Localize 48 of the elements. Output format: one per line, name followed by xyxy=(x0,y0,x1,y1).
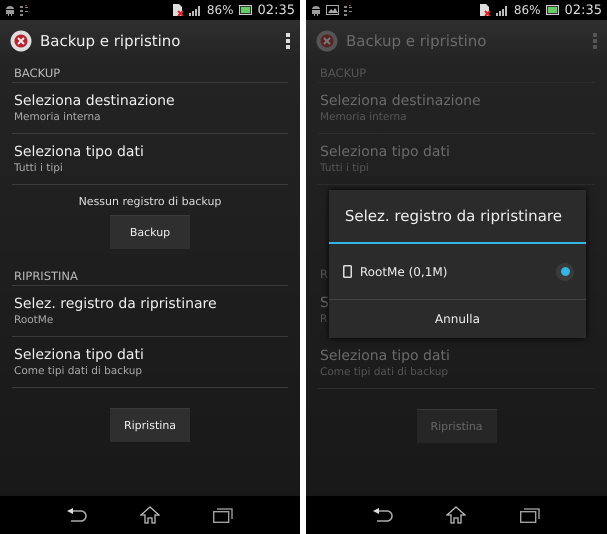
radio-button[interactable] xyxy=(556,262,574,280)
battery-icon xyxy=(238,5,253,15)
backup-option[interactable]: RootMe (0,1M) xyxy=(328,244,586,300)
action-button[interactable]: Ripristina xyxy=(110,408,190,442)
clock: 02:35 xyxy=(564,2,602,18)
home-icon[interactable] xyxy=(140,506,160,524)
setting-summary: RootMe xyxy=(14,314,54,326)
setting-summary: Come tipi dati di backup xyxy=(320,366,450,378)
battery-level: 86% xyxy=(206,3,234,17)
app-title: Backup e ripristino xyxy=(40,32,180,50)
setting-summary: Tutti i tipi xyxy=(14,162,64,174)
phone-icon xyxy=(342,265,352,278)
recent-apps-icon[interactable] xyxy=(213,507,234,523)
action-button[interactable]: Backup xyxy=(110,215,190,249)
section-header: R xyxy=(320,267,329,281)
clock: 02:35 xyxy=(258,2,295,18)
back-icon[interactable] xyxy=(66,508,87,522)
android-icon xyxy=(311,4,321,16)
setting-title: S xyxy=(320,295,329,311)
setting-summary: Come tipi dati di backup xyxy=(14,365,144,377)
app-icon xyxy=(316,30,338,52)
cancel-button[interactable]: Annulla xyxy=(328,300,586,338)
back-icon[interactable] xyxy=(372,508,393,522)
overflow-menu-icon[interactable] xyxy=(286,33,290,49)
storage-icon xyxy=(20,4,28,16)
setting-title[interactable]: Seleziona destinazione xyxy=(14,93,286,109)
picture-icon xyxy=(326,5,339,15)
home-icon[interactable] xyxy=(446,506,466,524)
section-header: RIPRISTINA xyxy=(13,268,79,285)
setting-summary: R xyxy=(320,313,328,325)
battery-level: 86% xyxy=(514,3,541,17)
app-title: Backup e ripristino xyxy=(346,32,486,50)
battery-icon xyxy=(546,5,560,15)
sim-error-icon xyxy=(480,4,491,16)
setting-title[interactable]: Seleziona tipo dati xyxy=(14,347,286,363)
app-icon xyxy=(10,30,32,52)
setting-title[interactable]: Selez. registro da ripristinare xyxy=(14,296,286,312)
status-message: Nessun registro di backup xyxy=(78,195,222,208)
signal-icon xyxy=(188,4,202,16)
dialog-title: Selez. registro da ripristinare xyxy=(328,190,586,244)
signal-icon xyxy=(496,4,509,16)
section-header: BACKUP xyxy=(13,65,62,82)
recent-apps-icon[interactable] xyxy=(520,507,540,523)
setting-title[interactable]: Seleziona tipo dati xyxy=(14,144,286,160)
setting-summary: Memoria interna xyxy=(14,111,102,123)
android-icon xyxy=(5,4,15,16)
storage-icon xyxy=(344,4,352,16)
sim-error-icon xyxy=(172,4,184,16)
